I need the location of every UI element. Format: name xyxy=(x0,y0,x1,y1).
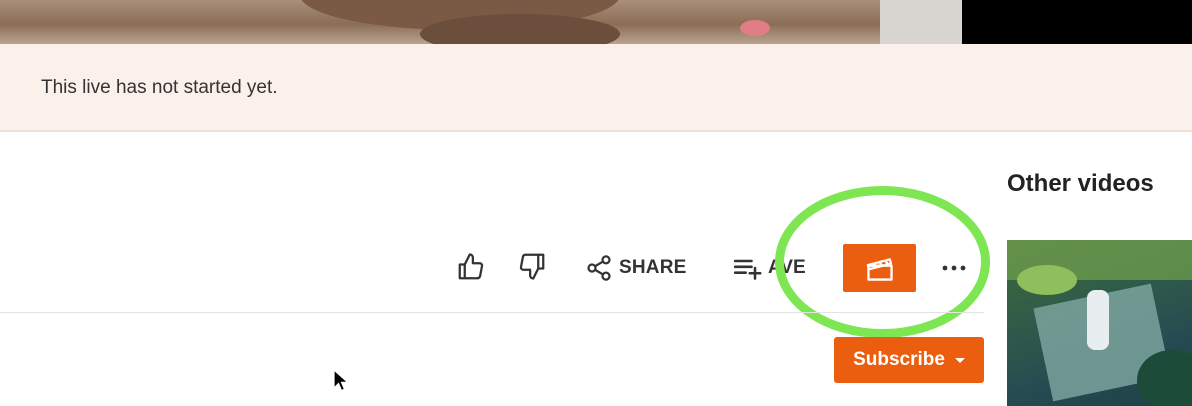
video-thumbnail[interactable] xyxy=(0,0,962,44)
thumbnail-art xyxy=(880,0,962,44)
thumbnail-art xyxy=(740,20,770,36)
thumbnail-art xyxy=(1017,265,1077,295)
mouse-cursor-icon xyxy=(333,369,349,392)
video-player[interactable] xyxy=(0,0,1192,44)
thumbs-down-icon xyxy=(519,253,545,280)
share-icon xyxy=(587,255,611,281)
divider xyxy=(0,312,984,313)
live-notice-text: This live has not started yet. xyxy=(41,77,278,98)
playlist-add-icon xyxy=(733,259,762,280)
other-videos-heading: Other videos xyxy=(1007,170,1154,197)
thumbnail-art xyxy=(1087,290,1109,350)
highlight-circle xyxy=(775,186,990,338)
thumbs-up-icon xyxy=(458,253,484,280)
subscribe-button[interactable]: Subscribe xyxy=(834,337,984,383)
like-button[interactable] xyxy=(456,252,486,282)
subscribe-label: Subscribe xyxy=(853,349,945,370)
video-side-panel xyxy=(962,0,1192,44)
chevron-down-icon xyxy=(954,357,965,363)
live-notice-bar: This live has not started yet. xyxy=(0,44,1192,132)
share-button[interactable]: SHARE xyxy=(585,254,687,282)
dislike-button[interactable] xyxy=(517,251,547,281)
share-label: SHARE xyxy=(619,257,687,278)
video-thumbnail[interactable] xyxy=(1007,240,1192,406)
